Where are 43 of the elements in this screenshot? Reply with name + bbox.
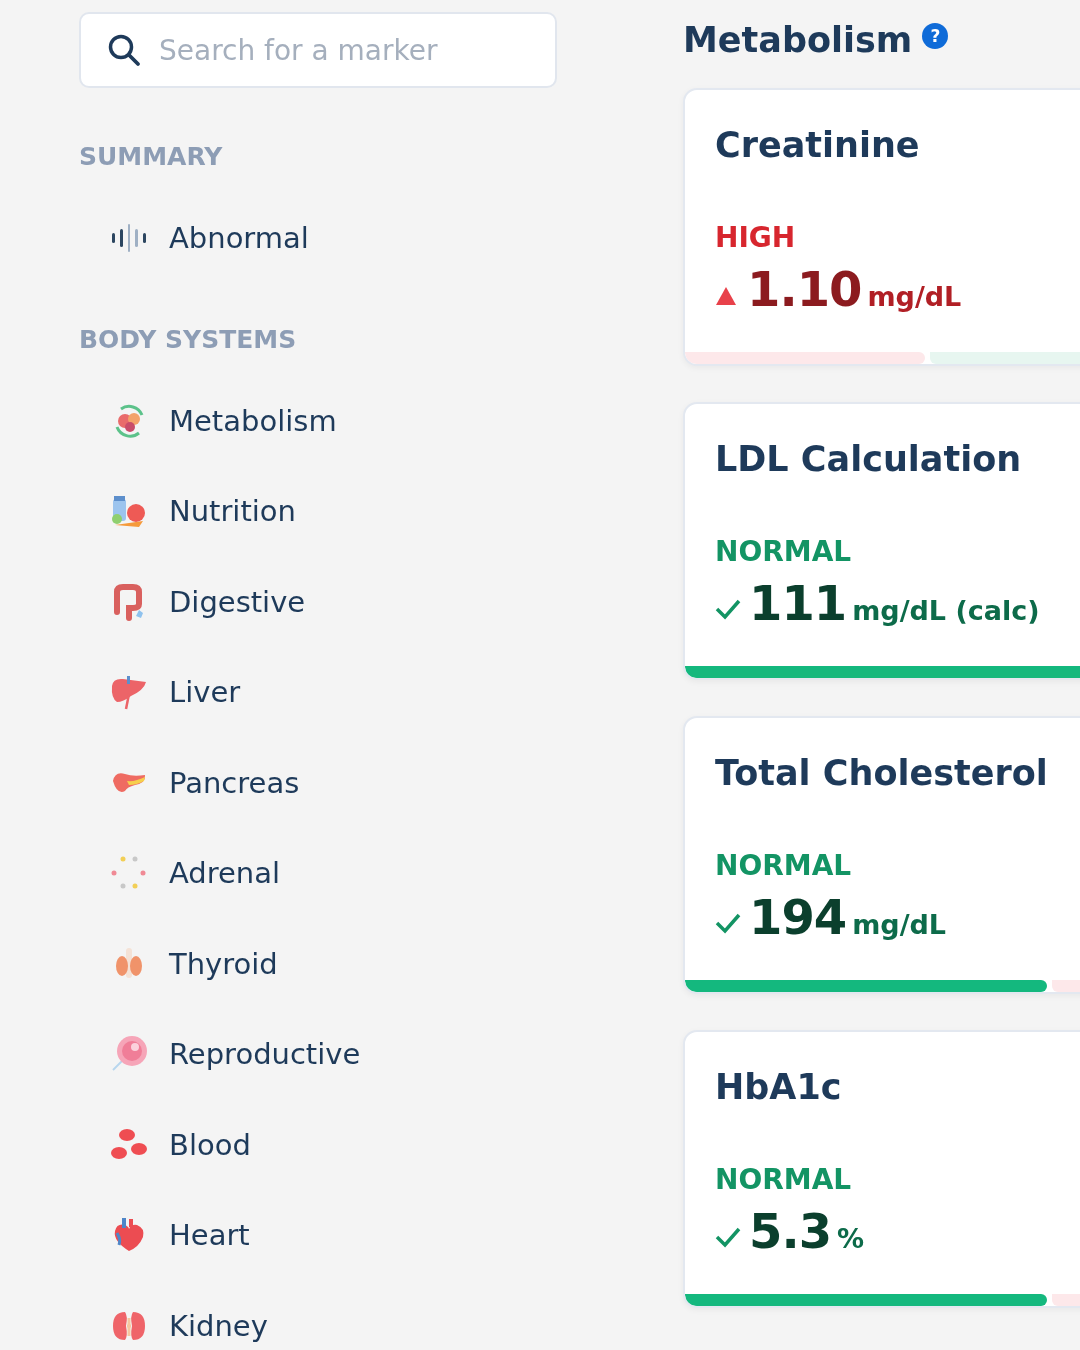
section-title: Metabolism [683, 20, 913, 60]
nav-item[interactable]: Heart [79, 1190, 557, 1281]
marker-unit: mg/dL [852, 909, 947, 940]
section-heading: BODY SYSTEMS [79, 323, 298, 356]
nav-item[interactable]: Abnormal [79, 193, 557, 284]
nav-item[interactable]: Pancreas [79, 737, 557, 828]
nav-item[interactable]: Digestive [79, 556, 557, 647]
nav-item[interactable]: Thyroid [79, 918, 557, 1009]
marker-card[interactable]: Total Cholesterol NORMAL 194 mg/dL [683, 716, 1080, 994]
nav-item[interactable]: Reproductive [79, 1009, 557, 1100]
nav-item[interactable]: Blood [79, 1099, 557, 1190]
help-icon[interactable]: ? [922, 23, 949, 49]
check-icon [715, 912, 741, 934]
marker-card[interactable]: LDL Calculation NORMAL 111 mg/dL (calc) [683, 402, 1080, 680]
marker-status: HIGH [715, 221, 797, 255]
marker-value: 5.3 [749, 1203, 832, 1259]
marker-status: NORMAL [715, 849, 853, 883]
check-icon [715, 598, 741, 620]
nav-item[interactable]: Metabolism [79, 375, 557, 466]
marker-value: 194 [749, 889, 847, 945]
nav-item[interactable]: Nutrition [79, 466, 557, 557]
marker-status: NORMAL [715, 1163, 853, 1197]
search-input[interactable]: Search for a marker [157, 32, 529, 68]
marker-status: NORMAL [715, 535, 853, 569]
marker-card[interactable]: HbA1c NORMAL 5.3% [683, 1030, 1080, 1308]
marker-value: 111 [749, 575, 847, 631]
marker-name: Creatinine [715, 124, 921, 167]
nav-item[interactable]: Kidney [79, 1280, 557, 1350]
up-triangle-icon [715, 286, 737, 306]
marker-card[interactable]: Creatinine HIGH 1.10 mg/dL [683, 88, 1080, 366]
section-heading: SUMMARY [79, 141, 224, 173]
marker-unit: mg/dL (calc) [852, 595, 1040, 626]
marker-name: LDL Calculation [715, 438, 1023, 481]
search-icon [107, 33, 141, 67]
search-bar[interactable]: Search for a marker [79, 12, 557, 88]
marker-value: 1.10 [747, 261, 862, 317]
check-icon [715, 1226, 741, 1248]
marker-name: HbA1c [715, 1066, 843, 1109]
marker-unit: mg/dL [867, 281, 962, 312]
nav-item[interactable]: Liver [79, 647, 557, 738]
nav-item[interactable]: Adrenal [79, 828, 557, 919]
marker-name: Total Cholesterol [715, 752, 1049, 795]
marker-unit: % [837, 1223, 865, 1254]
